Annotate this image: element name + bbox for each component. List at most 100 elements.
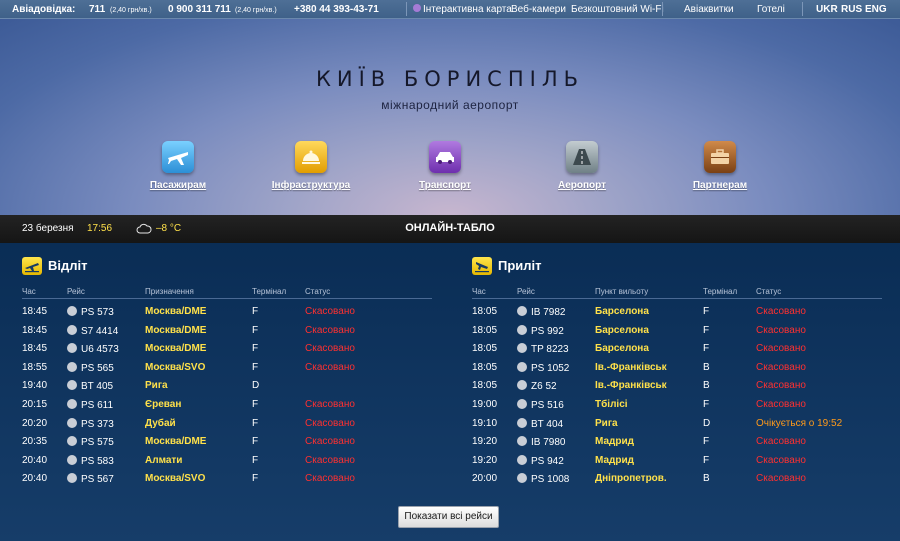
flight-time: 18:05 (472, 343, 498, 355)
lang-ukr[interactable]: UKR (816, 4, 838, 15)
nav-partners[interactable]: Партнерам (660, 141, 780, 193)
link-tickets[interactable]: Авіаквитки (684, 4, 734, 15)
col-time: Час (22, 287, 36, 296)
phone-landline[interactable]: +380 44 393-43-71 (294, 4, 379, 15)
flight-row[interactable]: 18:05 PS 992 Барселона F Скасовано (472, 322, 882, 340)
flight-number[interactable]: U6 4573 (67, 343, 119, 355)
flight-row[interactable]: 18:45 S7 4414 Москва/DME F Скасовано (22, 322, 432, 340)
flight-number[interactable]: Z6 52 (517, 380, 557, 392)
flight-number[interactable]: PS 583 (67, 454, 114, 467)
flight-number[interactable]: IB 7982 (517, 306, 565, 318)
phone-short-price: (2,40 грн/хв.) (110, 7, 152, 14)
flight-number[interactable]: PS 573 (67, 306, 114, 318)
link-webcams[interactable]: Веб-камери (511, 4, 566, 15)
flight-row[interactable]: 20:40 PS 583 Алмати F Скасовано (22, 452, 432, 470)
flight-number[interactable]: PS 1052 (517, 361, 569, 374)
flight-terminal: F (703, 399, 710, 410)
flight-row[interactable]: 19:20 PS 942 Мадрид F Скасовано (472, 452, 882, 470)
show-all-flights-button[interactable]: Показати всі рейси (398, 506, 499, 528)
flight-time: 20:40 (22, 454, 48, 466)
airline-logo-icon (67, 417, 77, 428)
flight-status: Скасовано (305, 436, 355, 448)
link-interactive-map[interactable]: Інтерактивна карта (423, 4, 512, 15)
flight-city: Барселона (595, 306, 649, 317)
flight-code: TP 8223 (531, 344, 569, 356)
flight-time: 20:20 (22, 417, 48, 429)
flight-number[interactable]: PS 565 (67, 361, 114, 374)
flight-time: 18:05 (472, 361, 498, 373)
flight-code: PS 565 (81, 362, 114, 374)
nav-airport[interactable]: Аеропорт (522, 141, 642, 193)
flight-number[interactable]: PS 373 (67, 417, 114, 430)
food-service-icon[interactable] (295, 141, 327, 173)
flight-city: Дубай (145, 417, 176, 429)
airline-logo-icon (67, 380, 77, 391)
flight-number[interactable]: PS 567 (67, 473, 114, 485)
nav-partners-label[interactable]: Партнерам (693, 180, 747, 191)
flight-row[interactable]: 20:00 PS 1008 Дніпропетров. B Скасовано (472, 470, 882, 488)
flight-row[interactable]: 18:45 PS 573 Москва/DME F Скасовано (22, 303, 432, 321)
phone-premium[interactable]: 0 900 311 711 (168, 4, 231, 15)
flight-number[interactable]: BT 404 (517, 417, 563, 430)
site-title[interactable]: КИЇВ БОРИСПІЛЬ (0, 67, 900, 91)
flight-number[interactable]: PS 611 (67, 399, 113, 411)
flight-number[interactable]: TP 8223 (517, 343, 569, 355)
phone-short[interactable]: 711 (89, 4, 105, 15)
arrival-plane-icon (472, 257, 492, 275)
nav-transport-label[interactable]: Транспорт (419, 180, 471, 191)
flight-row[interactable]: 18:05 TP 8223 Барселона F Скасовано (472, 340, 882, 358)
flight-row[interactable]: 19:10 BT 404 Рига D Очікується о 19:52 (472, 415, 882, 433)
airline-logo-icon (517, 399, 527, 409)
link-free-wifi[interactable]: Безкоштовний Wi-Fi (571, 4, 664, 15)
flight-row[interactable]: 19:20 IB 7980 Мадрид F Скасовано (472, 433, 882, 451)
car-icon[interactable] (429, 141, 461, 173)
flight-row[interactable]: 19:40 BT 405 Рига D (22, 377, 432, 395)
flight-code: PS 1008 (531, 474, 570, 486)
flight-row[interactable]: 18:05 PS 1052 Ів.-Франківськ B Скасовано (472, 359, 882, 377)
flight-row[interactable]: 20:35 PS 575 Москва/DME F Скасовано (22, 433, 432, 451)
airline-logo-icon (517, 473, 527, 484)
airline-logo-icon (517, 306, 527, 316)
nav-infrastructure-label[interactable]: Інфраструктура (272, 180, 351, 191)
flight-number[interactable]: PS 942 (517, 454, 564, 467)
flight-number[interactable]: IB 7980 (517, 436, 565, 448)
flight-city: Ів.-Франківськ (595, 380, 667, 392)
flight-row[interactable]: 20:20 PS 373 Дубай F Скасовано (22, 415, 432, 433)
link-hotels[interactable]: Готелі (757, 4, 785, 15)
nav-infrastructure[interactable]: Інфраструктура (251, 141, 371, 193)
flight-row[interactable]: 20:40 PS 567 Москва/SVO F Скасовано (22, 470, 432, 488)
flight-number[interactable]: PS 1008 (517, 473, 569, 485)
nav-airport-label[interactable]: Аеропорт (558, 180, 606, 191)
lang-eng[interactable]: ENG (865, 4, 887, 15)
nav-transport[interactable]: Транспорт (385, 141, 505, 193)
airline-logo-icon (517, 361, 527, 372)
flight-row[interactable]: 18:45 U6 4573 Москва/DME F Скасовано (22, 340, 432, 358)
flight-time: 20:40 (22, 473, 48, 485)
flight-code: PS 942 (531, 455, 564, 467)
flight-time: 19:00 (472, 399, 498, 410)
flight-number[interactable]: PS 575 (67, 436, 114, 448)
flight-status: Скасовано (305, 361, 355, 373)
airplane-icon[interactable] (162, 141, 194, 173)
flight-row[interactable]: 18:55 PS 565 Москва/SVO F Скасовано (22, 359, 432, 377)
flight-row[interactable]: 19:00 PS 516 Тбілісі F Скасовано (472, 396, 882, 414)
nav-passengers[interactable]: Пасажирам (118, 141, 238, 193)
flight-number[interactable]: BT 405 (67, 380, 113, 392)
flight-number[interactable]: S7 4414 (67, 324, 118, 337)
flight-number[interactable]: PS 516 (517, 399, 564, 411)
flight-number[interactable]: PS 992 (517, 324, 564, 337)
nav-passengers-label[interactable]: Пасажирам (150, 180, 206, 191)
flight-board: Відліт Час Рейс Призначення Термінал Ста… (0, 243, 900, 541)
status-bar: 23 березня 17:56 –8 °С ОНЛАЙН-ТАБЛО (0, 215, 900, 243)
flight-row[interactable]: 18:05 Z6 52 Ів.-Франківськ B Скасовано (472, 377, 882, 395)
flight-row[interactable]: 18:05 IB 7982 Барселона F Скасовано (472, 303, 882, 321)
runway-icon[interactable] (566, 141, 598, 173)
flight-row[interactable]: 20:15 PS 611 Єреван F Скасовано (22, 396, 432, 414)
briefcase-icon[interactable] (704, 141, 736, 173)
lang-rus[interactable]: RUS (841, 4, 862, 15)
flight-terminal: B (703, 361, 710, 373)
flight-time: 20:15 (22, 399, 48, 410)
flight-code: PS 583 (81, 455, 114, 467)
col-time: Час (472, 287, 486, 296)
flight-city: Москва/DME (145, 306, 207, 317)
